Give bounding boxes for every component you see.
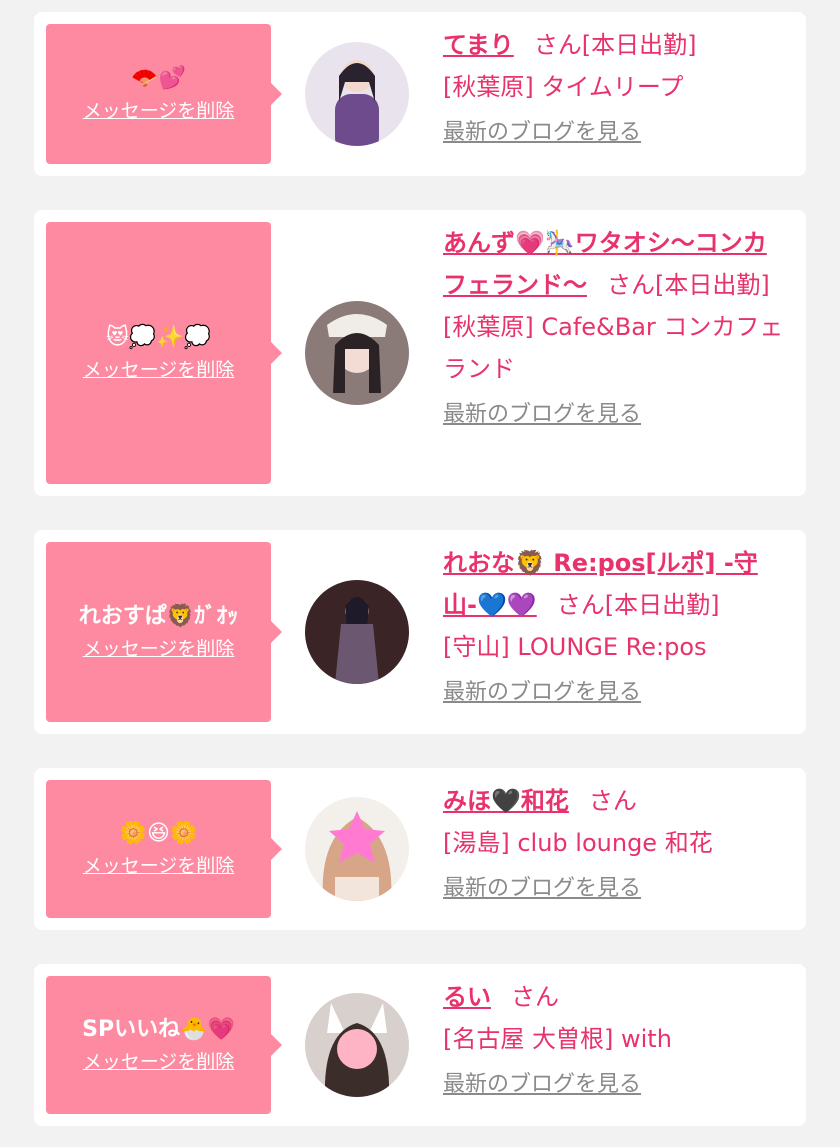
- cast-name-link[interactable]: てまり: [443, 31, 514, 59]
- cast-name-link[interactable]: みほ🖤和花: [443, 787, 569, 815]
- shop-name: [湯島] club lounge 和花: [443, 829, 713, 857]
- message-text: SPいいね🐣💗: [82, 1017, 235, 1042]
- message-bubble: SPいいね🐣💗 メッセージを削除: [46, 976, 282, 1114]
- shop-name: [秋葉原] タイムリープ: [443, 73, 684, 101]
- latest-blog-link[interactable]: 最新のブログを見る: [443, 676, 641, 710]
- cast-suffix: さん[本日出勤]: [556, 591, 720, 619]
- cast-suffix: さん: [511, 983, 559, 1011]
- delete-message-link[interactable]: メッセージを削除: [83, 98, 235, 124]
- cast-suffix: さん[本日出勤]: [533, 31, 697, 59]
- item-info: るい さん [名古屋 大曽根] with 最新のブログを見る: [443, 976, 788, 1102]
- list-item: 🪭💕 メッセージを削除 てまり さん[本日出勤] [秋葉原] タイムリープ 最新の…: [34, 12, 806, 176]
- shop-name: [名古屋 大曽根] with: [443, 1025, 672, 1053]
- shop-name: [秋葉原] Cafe&Bar コンカフェランド: [443, 313, 784, 383]
- message-text: 🪭💕: [131, 66, 186, 91]
- notification-list: 🪭💕 メッセージを削除 てまり さん[本日出勤] [秋葉原] タイムリープ 最新の…: [0, 0, 840, 1147]
- message-bubble: 🪭💕 メッセージを削除: [46, 24, 282, 164]
- list-item: れおすぱ🦁ｶﾞｵｯ メッセージを削除 れおな🦁 Re:pos[ルポ] -守山-💙…: [34, 530, 806, 734]
- cast-suffix: さん: [588, 787, 637, 815]
- item-info: てまり さん[本日出勤] [秋葉原] タイムリープ 最新のブログを見る: [443, 24, 788, 150]
- latest-blog-link[interactable]: 最新のブログを見る: [443, 872, 641, 906]
- latest-blog-link[interactable]: 最新のブログを見る: [443, 398, 641, 432]
- avatar[interactable]: [305, 580, 409, 684]
- message-text: 🌼😆🌼: [119, 821, 198, 846]
- cast-suffix: さん[本日出勤]: [607, 271, 770, 299]
- delete-message-link[interactable]: メッセージを削除: [83, 1049, 235, 1075]
- delete-message-link[interactable]: メッセージを削除: [83, 853, 235, 879]
- message-text: れおすぱ🦁ｶﾞｵｯ: [78, 604, 239, 629]
- avatar[interactable]: [305, 797, 409, 901]
- item-info: あんず💗🎠ワタオシ〜コンカフェランド〜 さん[本日出勤] [秋葉原] Cafe&B…: [443, 222, 788, 432]
- message-text: 😻💭✨💭: [105, 325, 212, 350]
- message-bubble: 🌼😆🌼 メッセージを削除: [46, 780, 282, 918]
- shop-name: [守山] LOUNGE Re:pos: [443, 633, 707, 661]
- message-bubble: れおすぱ🦁ｶﾞｵｯ メッセージを削除: [46, 542, 282, 722]
- delete-message-link[interactable]: メッセージを削除: [83, 636, 235, 662]
- list-item: 😻💭✨💭 メッセージを削除 あんず💗🎠ワタオシ〜コンカフェランド〜 さん[本日出勤…: [34, 210, 806, 496]
- list-item: 🌼😆🌼 メッセージを削除 みほ🖤和花 さん [湯島] club lounge 和花…: [34, 768, 806, 930]
- latest-blog-link[interactable]: 最新のブログを見る: [443, 1068, 641, 1102]
- latest-blog-link[interactable]: 最新のブログを見る: [443, 116, 641, 150]
- avatar[interactable]: [305, 301, 409, 405]
- message-bubble: 😻💭✨💭 メッセージを削除: [46, 222, 282, 484]
- delete-message-link[interactable]: メッセージを削除: [83, 357, 235, 383]
- item-info: みほ🖤和花 さん [湯島] club lounge 和花 最新のブログを見る: [443, 780, 788, 906]
- cast-name-link[interactable]: るい: [443, 983, 491, 1011]
- avatar[interactable]: [305, 993, 409, 1097]
- list-item: SPいいね🐣💗 メッセージを削除 るい さん [名古屋 大曽根] with 最新の…: [34, 964, 806, 1126]
- item-info: れおな🦁 Re:pos[ルポ] -守山-💙💜 さん[本日出勤] [守山] LOUN…: [443, 542, 788, 710]
- avatar[interactable]: [305, 42, 409, 146]
